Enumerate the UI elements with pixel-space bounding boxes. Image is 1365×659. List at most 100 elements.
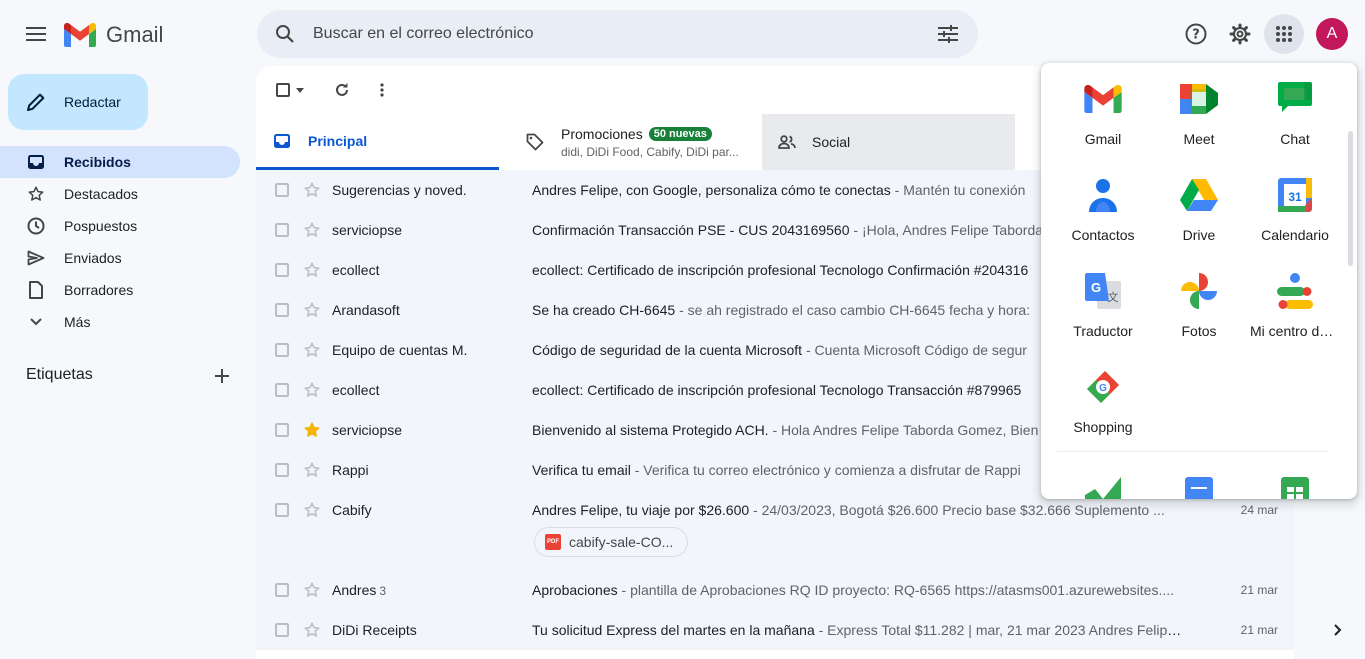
row-checkbox[interactable] xyxy=(275,223,289,237)
sidebar-item-inbox[interactable]: Recibidos xyxy=(0,146,240,178)
logo-text: Gmail xyxy=(106,22,164,47)
star-filled-icon[interactable] xyxy=(303,421,321,439)
star-icon[interactable] xyxy=(303,621,321,639)
row-checkbox[interactable] xyxy=(275,303,289,317)
star-icon[interactable] xyxy=(303,301,321,319)
row-checkbox[interactable] xyxy=(275,463,289,477)
star-icon[interactable] xyxy=(303,461,321,479)
docs-icon xyxy=(1185,477,1213,499)
email-date: 24 mar xyxy=(1240,503,1278,517)
email-row[interactable]: DiDi Receipts Tu solicitud Express del m… xyxy=(256,610,1294,650)
search-input[interactable] xyxy=(313,25,918,43)
refresh-button[interactable] xyxy=(330,78,354,102)
chevron-right-icon[interactable] xyxy=(1328,620,1348,640)
app-calendar[interactable]: 31 Calendario xyxy=(1247,159,1343,247)
app-chat[interactable]: Chat xyxy=(1247,63,1343,151)
calendar-icon: 31 xyxy=(1275,175,1315,215)
star-icon[interactable] xyxy=(303,221,321,239)
row-checkbox[interactable] xyxy=(275,623,289,637)
app-label: Calendario xyxy=(1261,227,1329,243)
app-drive[interactable]: Drive xyxy=(1151,159,1247,247)
tab-label: Principal xyxy=(308,132,368,149)
main-menu-button[interactable] xyxy=(16,14,56,54)
row-checkbox[interactable] xyxy=(275,423,289,437)
people-icon xyxy=(778,135,796,149)
row-checkbox[interactable] xyxy=(275,183,289,197)
sidebar-item-label: Destacados xyxy=(64,186,138,202)
svg-text:G: G xyxy=(1091,280,1101,295)
add-label-button[interactable] xyxy=(210,364,234,388)
sidebar-item-drafts[interactable]: Borradores xyxy=(0,274,240,306)
email-sender: Equipo de cuentas M. xyxy=(332,342,468,358)
email-row[interactable]: Cabify Andres Felipe, tu viaje por $26.6… xyxy=(256,490,1294,570)
app-gmail[interactable]: Gmail xyxy=(1055,63,1151,151)
app-shopping[interactable]: G Shopping xyxy=(1055,351,1151,439)
tab-principal[interactable]: Principal xyxy=(256,114,499,170)
email-subject: Bienvenido al sistema Protegido ACH. xyxy=(532,422,769,438)
email-subject: Andres Felipe, tu viaje por $26.600 xyxy=(532,502,750,518)
search-bar[interactable] xyxy=(257,10,978,58)
app-translate[interactable]: G文 Traductor xyxy=(1055,255,1151,343)
translate-icon: G文 xyxy=(1083,271,1123,311)
email-snippet: - se ah registrado el caso cambio CH-664… xyxy=(675,302,1031,318)
email-sender: serviciopse xyxy=(332,222,403,238)
email-snippet: - Express Total $11.282 | mar, 21 mar 20… xyxy=(814,622,1182,638)
labels-heading: Etiquetas xyxy=(26,366,93,383)
app-label: Mi centro de anuncios xyxy=(1250,323,1340,339)
tune-icon xyxy=(938,25,958,43)
sidebar-item-more[interactable]: Más xyxy=(0,306,240,338)
email-subject: Confirmación Transacción PSE - CUS 20431… xyxy=(532,222,850,238)
row-checkbox[interactable] xyxy=(275,263,289,277)
shopping-icon: G xyxy=(1083,367,1123,407)
star-icon[interactable] xyxy=(303,261,321,279)
star-icon[interactable] xyxy=(303,381,321,399)
star-icon[interactable] xyxy=(303,341,321,359)
new-count-badge: 50 nuevas xyxy=(648,126,712,141)
search-button[interactable] xyxy=(257,24,313,44)
plus-icon xyxy=(215,369,229,383)
app-label: Gmail xyxy=(1084,131,1122,147)
row-checkbox[interactable] xyxy=(275,503,289,517)
star-icon[interactable] xyxy=(303,501,321,519)
google-apps-button[interactable] xyxy=(1264,14,1304,54)
tab-label: Social xyxy=(812,134,851,150)
inbox-icon xyxy=(26,152,46,172)
star-icon[interactable] xyxy=(303,581,321,599)
row-checkbox[interactable] xyxy=(275,343,289,357)
draft-icon xyxy=(26,280,46,300)
account-avatar[interactable]: A xyxy=(1316,18,1348,50)
email-snippet: - Mantén tu conexión xyxy=(890,182,1026,198)
more-options-button[interactable] xyxy=(370,78,394,102)
thread-count: 3 xyxy=(379,584,387,598)
app-label: Fotos xyxy=(1181,323,1217,339)
compose-button[interactable]: Redactar xyxy=(8,74,148,130)
star-icon[interactable] xyxy=(303,181,321,199)
help-button[interactable]: ? xyxy=(1176,14,1216,54)
row-checkbox[interactable] xyxy=(275,383,289,397)
settings-button[interactable] xyxy=(1220,14,1260,54)
pdf-icon: PDF xyxy=(545,534,561,550)
app-ads-center[interactable]: Mi centro de anuncios xyxy=(1247,255,1343,343)
row-checkbox[interactable] xyxy=(275,583,289,597)
email-subject: ecollect: Certificado de inscripción pro… xyxy=(532,382,1022,398)
apps-scrollbar[interactable] xyxy=(1348,131,1353,266)
select-all-button[interactable] xyxy=(274,78,306,102)
select-all-checkbox[interactable] xyxy=(276,83,290,97)
sidebar-item-snoozed[interactable]: Pospuestos xyxy=(0,210,240,242)
gmail-logo[interactable]: Gmail xyxy=(64,20,163,50)
email-row[interactable]: Andres 3 Aprobaciones - plantilla de Apro… xyxy=(256,570,1294,610)
sidebar-item-starred[interactable]: Destacados xyxy=(0,178,240,210)
email-snippet: - Hola Andres Felipe Taborda Gomez, Bien xyxy=(768,422,1039,438)
search-options-button[interactable] xyxy=(918,25,978,43)
attachment-chip[interactable]: PDF cabify-sale-CO... xyxy=(534,527,689,557)
star-icon xyxy=(26,184,46,204)
app-meet[interactable]: Meet xyxy=(1151,63,1247,151)
tab-social[interactable]: Social xyxy=(762,114,1015,170)
email-subject: ecollect: Certificado de inscripción pro… xyxy=(532,262,1029,278)
sidebar-item-label: Pospuestos xyxy=(64,218,138,234)
tab-promotions[interactable]: Promociones 50 nuevas didi, DiDi Food, C… xyxy=(509,114,762,170)
sidebar-item-sent[interactable]: Enviados xyxy=(0,242,240,274)
app-contacts[interactable]: Contactos xyxy=(1055,159,1151,247)
tab-label: Promociones xyxy=(561,125,643,142)
app-photos[interactable]: Fotos xyxy=(1151,255,1247,343)
